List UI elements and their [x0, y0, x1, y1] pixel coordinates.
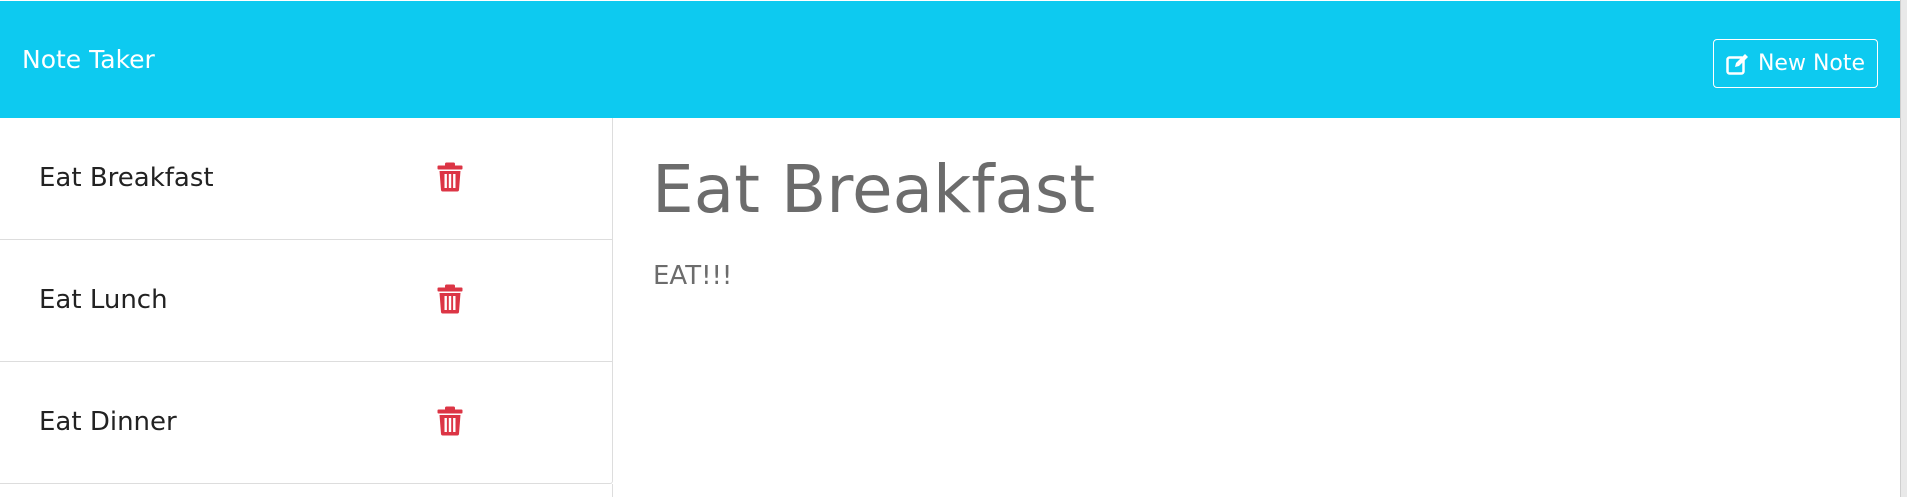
- note-taker-app: Note Taker New Note Eat Breakfast Eat Lu…: [0, 0, 1907, 497]
- new-note-label: New Note: [1757, 51, 1866, 76]
- trash-icon[interactable]: [437, 162, 463, 192]
- column-divider: [612, 484, 613, 497]
- new-note-button[interactable]: New Note: [1713, 39, 1878, 88]
- note-text-area[interactable]: EAT!!!: [653, 259, 732, 293]
- list-item[interactable]: Eat Dinner: [0, 362, 612, 484]
- list-item[interactable]: Eat Lunch: [0, 240, 612, 362]
- scrollbar[interactable]: [1900, 0, 1907, 497]
- note-list-title: Eat Dinner: [39, 407, 177, 437]
- list-item[interactable]: Eat Breakfast: [0, 118, 612, 240]
- note-list-title: Eat Breakfast: [39, 163, 214, 193]
- app-brand[interactable]: Note Taker: [22, 45, 155, 75]
- navbar: Note Taker New Note: [0, 1, 1900, 118]
- note-list: Eat Breakfast Eat Lunch Eat Dinner: [0, 118, 613, 484]
- note-list-title: Eat Lunch: [39, 285, 168, 315]
- edit-icon: [1726, 53, 1750, 75]
- trash-icon[interactable]: [437, 284, 463, 314]
- trash-icon[interactable]: [437, 406, 463, 436]
- note-title-input[interactable]: Eat Breakfast: [652, 150, 1095, 230]
